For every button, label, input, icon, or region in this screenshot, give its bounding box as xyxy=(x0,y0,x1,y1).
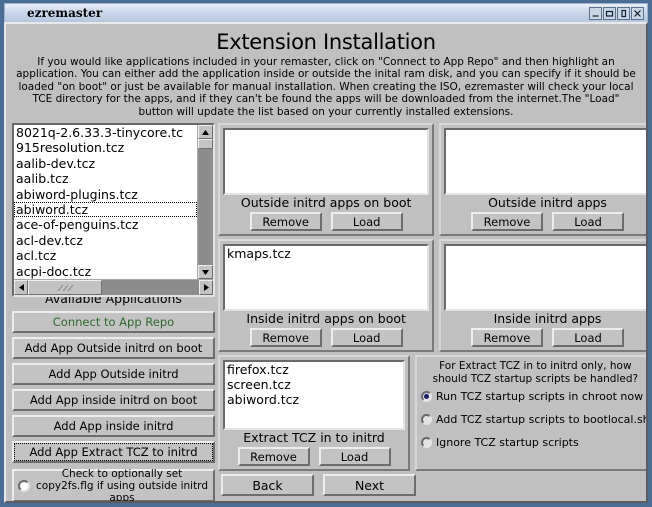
scroll-up-icon[interactable] xyxy=(198,125,213,139)
available-vertical-scrollbar[interactable] xyxy=(197,125,213,279)
side-button-0[interactable]: Connect to App Repo xyxy=(12,311,215,333)
available-app-item[interactable]: aalib.tcz xyxy=(14,171,197,186)
application-window: ezremaster Extension Installation If you… xyxy=(0,0,652,507)
panel-2-remove-button[interactable]: Remove xyxy=(250,328,322,347)
horizontal-scroll-track[interactable] xyxy=(28,280,199,295)
copy2fs-checkbox-row[interactable]: Check to optionally set copy2fs.flg if u… xyxy=(12,469,215,502)
restore-icon[interactable] xyxy=(617,7,630,20)
help-text: If you would like applications included … xyxy=(14,56,638,118)
panel-inside-initrd-apps: Inside initrd apps Remove Load xyxy=(439,239,648,352)
next-button[interactable]: Next xyxy=(323,474,416,496)
radio-label: Run TCZ startup scripts in chroot now xyxy=(436,390,643,403)
panel-1-list[interactable] xyxy=(444,128,648,195)
panel-outside-initrd-apps: Outside initrd apps Remove Load xyxy=(439,123,648,236)
available-app-item[interactable]: acpi-doc.tcz xyxy=(14,264,197,279)
panel-3-label: Inside initrd apps xyxy=(444,311,648,327)
copy2fs-label: Check to optionally set copy2fs.flg if u… xyxy=(35,468,209,503)
panel-0-label: Outside initrd apps on boot xyxy=(223,195,429,211)
available-app-item[interactable]: abiword.tcz xyxy=(14,202,197,217)
panel-1-remove-button[interactable]: Remove xyxy=(471,212,543,231)
content-columns: 8021q-2.6.33.3-tinycore.tc915resolution.… xyxy=(6,123,646,503)
extract-remove-button[interactable]: Remove xyxy=(238,447,310,466)
scroll-right-icon[interactable] xyxy=(199,280,213,295)
startup-script-option-2[interactable]: Ignore TCZ startup scripts xyxy=(421,436,648,449)
page-title: Extension Installation xyxy=(6,30,646,54)
startup-scripts-options: For Extract TCZ in to initrd only, how s… xyxy=(415,355,648,471)
close-icon[interactable] xyxy=(631,7,644,20)
panel-2-load-button[interactable]: Load xyxy=(331,328,403,347)
left-column: 8021q-2.6.33.3-tinycore.tc915resolution.… xyxy=(12,123,215,503)
client-area: Extension Installation If you would like… xyxy=(4,22,648,503)
list-item[interactable]: abiword.tcz xyxy=(227,392,403,407)
scroll-left-icon[interactable] xyxy=(14,280,28,295)
window-title: ezremaster xyxy=(5,6,102,20)
minimize-icon[interactable] xyxy=(589,7,602,20)
window-controls xyxy=(589,7,645,20)
radio-button[interactable] xyxy=(421,437,432,448)
outside-initrd-panels: Outside initrd apps on boot Remove Load … xyxy=(218,123,648,236)
panel-inside-initrd-apps-on-boot: kmaps.tcz Inside initrd apps on boot Rem… xyxy=(218,239,434,352)
bottom-navigation: Back Next xyxy=(221,474,416,496)
available-horizontal-scrollbar[interactable] xyxy=(14,279,213,295)
side-action-buttons: Connect to App Repo Add App Outside initr… xyxy=(12,307,215,463)
available-app-item[interactable]: aalib-dev.tcz xyxy=(14,156,197,171)
side-button-5[interactable]: Add App Extract TCZ to initrd xyxy=(12,441,215,463)
side-button-1[interactable]: Add App Outside initrd on boot xyxy=(12,337,215,359)
available-app-item[interactable]: abiword-plugins.tcz xyxy=(14,187,197,202)
available-applications-items[interactable]: 8021q-2.6.33.3-tinycore.tc915resolution.… xyxy=(14,125,197,279)
grip-icon xyxy=(54,284,76,292)
available-app-item[interactable]: ace-of-penguins.tcz xyxy=(14,217,197,232)
scroll-down-icon[interactable] xyxy=(198,265,213,279)
list-item[interactable]: firefox.tcz xyxy=(227,362,403,377)
right-area: Outside initrd apps on boot Remove Load … xyxy=(215,123,648,503)
side-button-4[interactable]: Add App inside initrd xyxy=(12,415,215,437)
title-bar[interactable]: ezremaster xyxy=(4,3,648,22)
panel-extract-tcz-into-initrd: firefox.tczscreen.tczabiword.tcz Extract… xyxy=(218,355,410,471)
extract-and-options-row: firefox.tczscreen.tczabiword.tcz Extract… xyxy=(218,355,648,471)
panel-3-list[interactable] xyxy=(444,244,648,311)
panel-3-remove-button[interactable]: Remove xyxy=(471,328,543,347)
radio-button[interactable] xyxy=(421,391,432,402)
side-button-3[interactable]: Add App inside initrd on boot xyxy=(12,389,215,411)
available-app-item[interactable]: acl.tcz xyxy=(14,248,197,263)
startup-script-option-1[interactable]: Add TCZ startup scripts to bootlocal.sh xyxy=(421,413,648,426)
panel-outside-initrd-apps-on-boot: Outside initrd apps on boot Remove Load xyxy=(218,123,434,236)
startup-scripts-radio-list: Run TCZ startup scripts in chroot now Add… xyxy=(421,390,648,459)
available-app-item[interactable]: acl-dev.tcz xyxy=(14,233,197,248)
inside-initrd-panels: kmaps.tcz Inside initrd apps on boot Rem… xyxy=(218,239,648,352)
extract-label: Extract TCZ in to initrd xyxy=(223,430,405,446)
panel-2-list[interactable]: kmaps.tcz xyxy=(223,244,429,311)
list-item[interactable]: screen.tcz xyxy=(227,377,403,392)
panel-1-label: Outside initrd apps xyxy=(444,195,648,211)
panel-2-label: Inside initrd apps on boot xyxy=(223,311,429,327)
copy2fs-checkbox[interactable] xyxy=(18,480,30,492)
panel-1-load-button[interactable]: Load xyxy=(552,212,624,231)
extract-list[interactable]: firefox.tczscreen.tczabiword.tcz xyxy=(223,360,405,430)
startup-script-option-0[interactable]: Run TCZ startup scripts in chroot now xyxy=(421,390,648,403)
radio-label: Add TCZ startup scripts to bootlocal.sh xyxy=(436,413,648,426)
startup-scripts-question: For Extract TCZ in to initrd only, how s… xyxy=(421,360,648,385)
radio-button[interactable] xyxy=(421,414,432,425)
panel-3-load-button[interactable]: Load xyxy=(552,328,624,347)
available-app-item[interactable]: 915resolution.tcz xyxy=(14,140,197,155)
side-button-2[interactable]: Add App Outside initrd xyxy=(12,363,215,385)
available-applications-listbox[interactable]: 8021q-2.6.33.3-tinycore.tc915resolution.… xyxy=(12,123,215,291)
available-app-item[interactable]: 8021q-2.6.33.3-tinycore.tc xyxy=(14,125,197,140)
back-button[interactable]: Back xyxy=(221,474,314,496)
list-item[interactable]: kmaps.tcz xyxy=(227,246,427,261)
horizontal-scroll-thumb[interactable] xyxy=(28,280,102,295)
maximize-icon[interactable] xyxy=(603,7,616,20)
vertical-scroll-thumb[interactable] xyxy=(198,139,213,149)
radio-label: Ignore TCZ startup scripts xyxy=(436,436,579,449)
extract-load-button[interactable]: Load xyxy=(319,447,391,466)
panel-0-load-button[interactable]: Load xyxy=(331,212,403,231)
panel-0-remove-button[interactable]: Remove xyxy=(250,212,322,231)
vertical-scroll-track[interactable] xyxy=(198,139,213,265)
panel-0-list[interactable] xyxy=(223,128,429,195)
